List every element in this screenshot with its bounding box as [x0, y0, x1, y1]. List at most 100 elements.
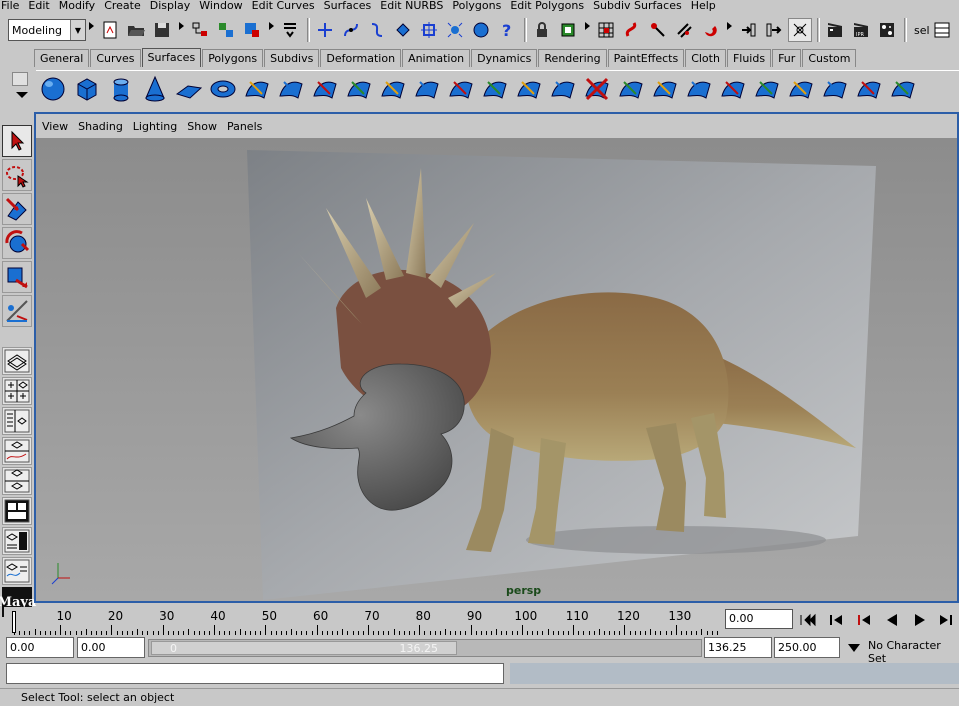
output-operations-icon[interactable]	[762, 18, 786, 42]
collapse-arrow-icon[interactable]	[89, 18, 95, 42]
panel-menu-shading[interactable]: Shading	[73, 120, 128, 133]
current-time-marker[interactable]	[12, 611, 16, 633]
shelf-menu-arrow-icon[interactable]	[16, 92, 28, 98]
collapse-arrow-icon[interactable]	[179, 18, 185, 42]
view-plane-snap-icon[interactable]	[672, 18, 696, 42]
help-question-icon[interactable]: ?	[495, 18, 519, 42]
snap-to-curve-icon[interactable]	[339, 18, 363, 42]
square-icon[interactable]	[444, 72, 478, 106]
align-surfaces-icon[interactable]	[716, 72, 750, 106]
render-globals-icon[interactable]	[875, 18, 899, 42]
chevron-down-icon[interactable]: ▼	[70, 20, 85, 40]
rotate-tool-icon[interactable]	[2, 227, 32, 259]
menu-help[interactable]: Help	[687, 0, 721, 12]
panel-menu-show[interactable]: Show	[182, 120, 222, 133]
go-to-start-icon[interactable]	[796, 609, 820, 631]
time-ruler[interactable]: 10 20 30 40 50 60 70 80 90 100 110 120 130	[4, 607, 718, 635]
extend-surfaces-icon[interactable]	[818, 72, 852, 106]
nurbs-sphere-icon[interactable]	[36, 72, 70, 106]
nurbs-cube-icon[interactable]	[70, 72, 104, 106]
isolate-icon[interactable]	[443, 18, 467, 42]
current-frame-field[interactable]: 0.00	[725, 609, 793, 629]
make-live-icon[interactable]	[417, 18, 441, 42]
history-icon[interactable]	[788, 18, 812, 42]
nurbs-cone-icon[interactable]	[138, 72, 172, 106]
intersect-icon[interactable]	[512, 72, 546, 106]
birail-icon[interactable]	[376, 72, 410, 106]
graph-editor-layout-icon[interactable]	[2, 437, 32, 465]
input-line-icon[interactable]	[278, 18, 302, 42]
step-back-frame-icon[interactable]	[824, 609, 848, 631]
attach-surfaces-icon[interactable]	[648, 72, 682, 106]
menu-modify[interactable]: Modify	[55, 0, 100, 12]
select-by-object-icon[interactable]	[214, 18, 238, 42]
panel-menu-lighting[interactable]: Lighting	[128, 120, 182, 133]
snap-to-point-icon[interactable]	[365, 18, 389, 42]
select-by-component-icon[interactable]	[240, 18, 264, 42]
single-perspective-layout-icon[interactable]	[2, 347, 32, 375]
tab-rendering[interactable]: Rendering	[538, 49, 607, 67]
perspective-viewport[interactable]: View Shading Lighting Show Panels persp	[34, 112, 959, 603]
planar-icon[interactable]	[308, 72, 342, 106]
menu-edit-curves[interactable]: Edit Curves	[248, 0, 320, 12]
range-slider-handle[interactable]: 0 136.25	[151, 641, 457, 655]
tab-general[interactable]: General	[34, 49, 90, 67]
magnet-icon[interactable]	[698, 18, 722, 42]
construction-history-icon[interactable]	[594, 18, 618, 42]
untrim-icon[interactable]	[614, 72, 648, 106]
open-close-surfaces-icon[interactable]	[750, 72, 784, 106]
collapse-arrow-icon[interactable]	[585, 18, 591, 42]
tab-polygons[interactable]: Polygons	[202, 49, 264, 67]
lasso-tool-icon[interactable]	[2, 159, 32, 191]
tab-fluids[interactable]: Fluids	[726, 49, 772, 67]
tab-painteffects[interactable]: PaintEffects	[607, 49, 685, 67]
open-scene-icon[interactable]	[124, 18, 148, 42]
menu-edit[interactable]: Edit	[24, 0, 54, 12]
menu-edit-polygons[interactable]: Edit Polygons	[506, 0, 589, 12]
boundary-icon[interactable]	[410, 72, 444, 106]
menu-surfaces[interactable]: Surfaces	[320, 0, 377, 12]
lock-icon[interactable]	[530, 18, 554, 42]
detach-surfaces-icon[interactable]	[682, 72, 716, 106]
tab-fur[interactable]: Fur	[772, 49, 802, 67]
animation-start-field[interactable]: 0.00	[6, 637, 74, 658]
globe-icon[interactable]	[469, 18, 493, 42]
save-scene-icon[interactable]	[150, 18, 174, 42]
tab-surfaces[interactable]: Surfaces	[141, 48, 202, 67]
play-backwards-icon[interactable]	[880, 609, 904, 631]
nurbs-cylinder-icon[interactable]	[104, 72, 138, 106]
new-scene-icon[interactable]	[98, 18, 122, 42]
menu-polygons[interactable]: Polygons	[448, 0, 506, 12]
sculpt-tool-icon[interactable]	[886, 72, 920, 106]
trim-tool-icon[interactable]	[580, 72, 614, 106]
collapse-arrow-icon[interactable]	[269, 18, 275, 42]
selection-highlight-icon[interactable]	[556, 18, 580, 42]
rebuild-surfaces-icon[interactable]	[852, 72, 886, 106]
mel-command-input[interactable]	[6, 663, 504, 684]
four-view-layout-icon[interactable]	[2, 377, 32, 405]
tab-custom[interactable]: Custom	[802, 49, 857, 67]
menu-subdiv-surfaces[interactable]: Subdiv Surfaces	[589, 0, 687, 12]
outliner-layout-icon[interactable]	[2, 407, 32, 435]
play-forwards-icon[interactable]	[908, 609, 932, 631]
snap-to-grid-icon[interactable]	[313, 18, 337, 42]
panel-menu-view[interactable]: View	[36, 120, 73, 133]
ipr-render-icon[interactable]: IPR	[849, 18, 873, 42]
move-tool-icon[interactable]	[2, 193, 32, 225]
snap-to-view-plane-icon[interactable]	[391, 18, 415, 42]
curve-snap-icon[interactable]	[620, 18, 644, 42]
tab-dynamics[interactable]: Dynamics	[471, 49, 538, 67]
select-by-hierarchy-icon[interactable]	[188, 18, 212, 42]
step-forward-key-icon[interactable]	[934, 609, 958, 631]
persp-outliner-layout-icon[interactable]	[2, 527, 32, 555]
quick-selection-field[interactable]: sel	[914, 24, 930, 37]
animation-end-field[interactable]: 250.00	[774, 637, 840, 658]
input-operations-icon[interactable]	[736, 18, 760, 42]
revolve-icon[interactable]	[240, 72, 274, 106]
extrude-icon[interactable]	[342, 72, 376, 106]
menu-file[interactable]: File	[0, 0, 24, 12]
point-snap-icon[interactable]	[646, 18, 670, 42]
menu-window[interactable]: Window	[195, 0, 247, 12]
time-slider[interactable]: 10 20 30 40 50 60 70 80 90 100 110 120 130 0.00	[0, 605, 959, 635]
manipulator-tool-icon[interactable]	[2, 295, 32, 327]
